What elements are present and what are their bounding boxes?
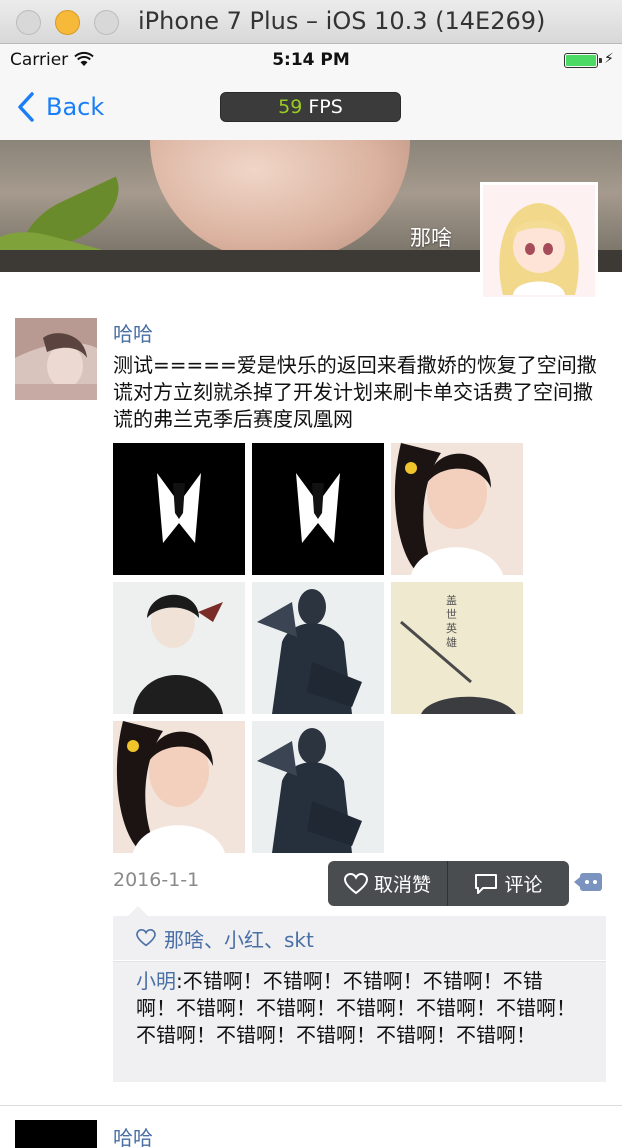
navigation-bar: Back 59 FPS bbox=[0, 76, 622, 140]
back-button[interactable]: Back bbox=[16, 90, 104, 124]
post-image-8[interactable] bbox=[252, 721, 384, 853]
simulator-titlebar: iPhone 7 Plus – iOS 10.3 (14E269) bbox=[0, 0, 622, 44]
comment-author[interactable]: 小明 bbox=[136, 969, 176, 993]
post-text: 测试=====爱是快乐的返回来看撒娇的恢复了空间撒谎对方立刻就杀掉了开发计划来刷… bbox=[113, 353, 597, 431]
comment-button[interactable]: 评论 bbox=[448, 861, 569, 906]
svg-text:盖: 盖 bbox=[446, 593, 457, 607]
battery-icon bbox=[564, 53, 602, 68]
next-post-author[interactable]: 哈哈 bbox=[113, 1122, 153, 1148]
header-avatar[interactable] bbox=[480, 182, 598, 300]
comment-item: 小明:不错啊！不错啊！不错啊！不错啊！不错啊！不错啊！不错啊！不错啊！不错啊！不… bbox=[113, 961, 606, 1082]
comment-separator: : bbox=[176, 969, 183, 993]
post-image-6[interactable]: 盖 世 英 雄 bbox=[391, 582, 523, 714]
comment-icon bbox=[475, 873, 498, 894]
post-image-7[interactable] bbox=[113, 721, 245, 853]
window-close-button[interactable] bbox=[16, 10, 41, 35]
svg-text:英: 英 bbox=[446, 621, 457, 635]
post-date: 2016-1-1 bbox=[113, 869, 200, 891]
header-username: 那啥 bbox=[410, 226, 452, 250]
likes-pointer bbox=[128, 906, 148, 916]
status-bar: Carrier 5:14 PM ⚡ bbox=[0, 44, 622, 76]
window-title: iPhone 7 Plus – iOS 10.3 (14E269) bbox=[138, 7, 546, 35]
post-image-3[interactable] bbox=[391, 443, 523, 575]
post-image-5[interactable] bbox=[252, 582, 384, 714]
post-image-1[interactable] bbox=[113, 443, 245, 575]
post-image-2[interactable] bbox=[252, 443, 384, 575]
window-zoom-button[interactable] bbox=[94, 10, 119, 35]
svg-text:世: 世 bbox=[446, 608, 457, 621]
post-avatar[interactable] bbox=[15, 318, 97, 400]
post-author[interactable]: 哈哈 bbox=[113, 318, 153, 347]
status-time: 5:14 PM bbox=[272, 50, 350, 70]
fps-indicator: 59 FPS bbox=[220, 92, 401, 122]
fps-value: 59 bbox=[278, 96, 303, 118]
comment-label: 评论 bbox=[504, 874, 543, 896]
unlike-label: 取消赞 bbox=[373, 874, 431, 896]
window-minimize-button[interactable] bbox=[55, 10, 80, 35]
heart-icon bbox=[343, 872, 368, 894]
heart-outline-icon bbox=[136, 929, 156, 947]
unlike-button[interactable]: 取消赞 bbox=[328, 861, 448, 906]
svg-text:雄: 雄 bbox=[446, 635, 457, 649]
cell-divider bbox=[0, 1105, 622, 1106]
likes-list[interactable]: 那啥、小红、skt bbox=[164, 924, 314, 953]
comment-text: 不错啊！不错啊！不错啊！不错啊！不错啊！不错啊！不错啊！不错啊！不错啊！不错啊！… bbox=[136, 969, 576, 1047]
post-image-4[interactable] bbox=[113, 582, 245, 714]
fps-unit: FPS bbox=[308, 96, 343, 118]
next-post-avatar[interactable] bbox=[15, 1120, 97, 1148]
chevron-left-icon bbox=[18, 92, 34, 122]
action-popup: 取消赞 评论 bbox=[328, 861, 569, 906]
charging-bolt-icon: ⚡ bbox=[604, 51, 614, 67]
likes-bar: 那啥、小红、skt bbox=[113, 916, 606, 960]
more-operations-icon[interactable] bbox=[574, 871, 602, 893]
back-label: Back bbox=[46, 93, 105, 121]
